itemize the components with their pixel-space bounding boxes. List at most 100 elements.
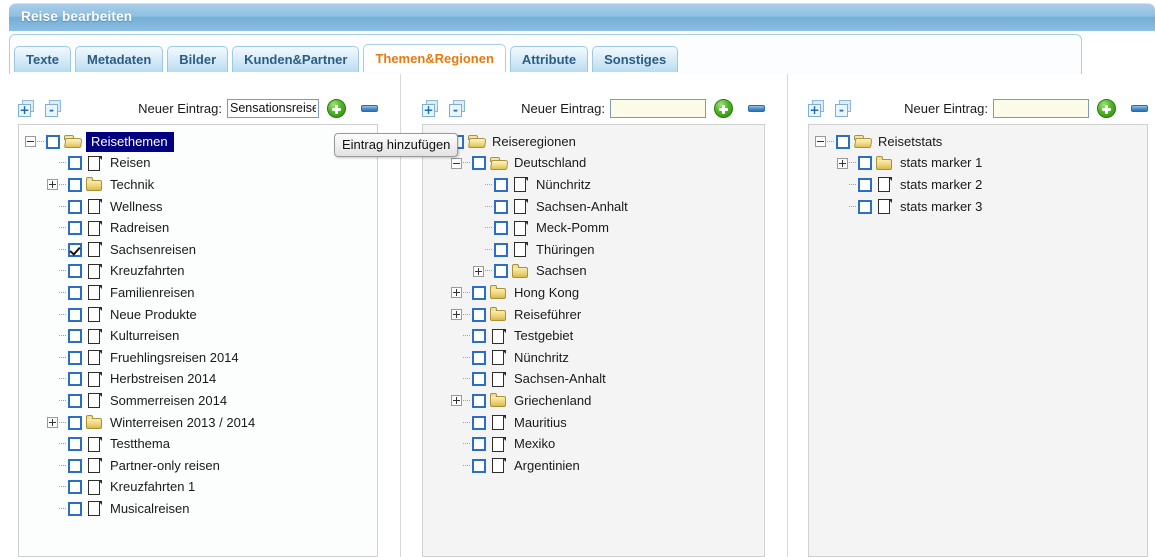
tree-node-label[interactable]: Technik: [108, 176, 157, 194]
tree-node-label[interactable]: stats marker 2: [898, 176, 985, 194]
tree-node-checkbox[interactable]: [68, 459, 82, 473]
tree-node[interactable]: Partner-only reisen: [25, 455, 377, 477]
tree-node-label[interactable]: Sachsen: [534, 262, 590, 280]
expand-node-icon[interactable]: [451, 395, 462, 406]
tree-node-label[interactable]: Nünchritz: [534, 176, 594, 194]
expand-all-icon[interactable]: +: [808, 100, 825, 117]
expand-node-icon[interactable]: [473, 266, 484, 277]
tree-node-label[interactable]: Wellness: [108, 198, 166, 216]
tree-node[interactable]: stats marker 1: [815, 153, 1147, 175]
tree-node[interactable]: Wellness: [25, 196, 377, 218]
expand-all-icon[interactable]: +: [422, 100, 439, 117]
tree-node-checkbox[interactable]: [68, 416, 82, 430]
remove-entry-button[interactable]: [361, 105, 378, 112]
tree-node[interactable]: Kreuzfahrten 1: [25, 477, 377, 499]
tree-node[interactable]: Sachsen-Anhalt: [429, 369, 764, 391]
tree-node-checkbox[interactable]: [858, 178, 872, 192]
tree-node-label[interactable]: Kreuzfahrten: [108, 262, 187, 280]
collapse-node-icon[interactable]: [25, 136, 36, 147]
tree-node[interactable]: Mauritius: [429, 412, 764, 434]
tree-node-checkbox[interactable]: [68, 264, 82, 278]
tree-node[interactable]: Musicalreisen: [25, 498, 377, 520]
tree-node-checkbox[interactable]: [472, 308, 486, 322]
tree-node-checkbox[interactable]: [472, 329, 486, 343]
tree-node-label[interactable]: Kulturreisen: [108, 327, 182, 345]
remove-entry-button[interactable]: [748, 105, 765, 112]
tree-node-label[interactable]: Thüringen: [534, 241, 598, 259]
expand-node-icon[interactable]: [837, 158, 848, 169]
tree-node[interactable]: Testgebiet: [429, 325, 764, 347]
tree-node-checkbox[interactable]: [494, 243, 508, 257]
tree-node-label[interactable]: Sachsen-Anhalt: [534, 198, 631, 216]
tree-node-checkbox[interactable]: [68, 200, 82, 214]
new-entry-input[interactable]: [610, 99, 706, 118]
tree-node[interactable]: Reiseregionen: [429, 131, 764, 153]
expand-all-icon[interactable]: +: [18, 100, 35, 117]
tree-node-label[interactable]: Kreuzfahrten 1: [108, 478, 198, 496]
tab-kunden-partner[interactable]: Kunden&Partner: [232, 46, 359, 72]
tree-node-checkbox[interactable]: [68, 480, 82, 494]
tree-node-checkbox[interactable]: [494, 264, 508, 278]
add-entry-button[interactable]: [1097, 99, 1116, 118]
tree-node-label[interactable]: Reisethemen: [86, 132, 174, 152]
tree-node-label[interactable]: Griechenland: [512, 392, 594, 410]
tree-node-checkbox[interactable]: [494, 200, 508, 214]
tree-node-checkbox[interactable]: [68, 437, 82, 451]
tree-node-checkbox[interactable]: [858, 200, 872, 214]
tree-node-checkbox[interactable]: [68, 502, 82, 516]
tree-node[interactable]: Neue Produkte: [25, 304, 377, 326]
tree-node-label[interactable]: Sachsenreisen: [108, 241, 199, 259]
tree-node-label[interactable]: Musicalreisen: [108, 500, 192, 518]
new-entry-input[interactable]: [227, 99, 319, 118]
tree-node[interactable]: Mexiko: [429, 433, 764, 455]
tree-node[interactable]: Reiseführer: [429, 304, 764, 326]
tree-node-label[interactable]: Nünchritz: [512, 349, 572, 367]
tab-themen-regionen[interactable]: Themen&Regionen: [363, 44, 505, 72]
tree-node-label[interactable]: Neue Produkte: [108, 306, 200, 324]
tree-node[interactable]: Nünchritz: [429, 174, 764, 196]
tree-node[interactable]: Fruehlingsreisen 2014: [25, 347, 377, 369]
tree-node-checkbox[interactable]: [836, 135, 850, 149]
tree-node-label[interactable]: Partner-only reisen: [108, 457, 223, 475]
collapse-all-icon[interactable]: -: [449, 100, 466, 117]
tree-node-checkbox[interactable]: [472, 286, 486, 300]
tree-node-checkbox[interactable]: [68, 156, 82, 170]
remove-entry-button[interactable]: [1131, 105, 1148, 112]
tree-node-label[interactable]: Sommerreisen 2014: [108, 392, 230, 410]
expand-node-icon[interactable]: [451, 309, 462, 320]
tree-node-checkbox[interactable]: [46, 135, 60, 149]
tree-node-checkbox[interactable]: [68, 286, 82, 300]
tree-node[interactable]: Hong Kong: [429, 282, 764, 304]
tree-node[interactable]: Herbstreisen 2014: [25, 369, 377, 391]
tree-node-checkbox[interactable]: [68, 221, 82, 235]
tree-node-checkbox[interactable]: [68, 351, 82, 365]
tree-node-label[interactable]: Testgebiet: [512, 327, 576, 345]
add-entry-button[interactable]: [327, 99, 346, 118]
tree-node[interactable]: Reisethemen: [25, 131, 377, 153]
tree-node-checkbox[interactable]: [858, 156, 872, 170]
expand-node-icon[interactable]: [47, 179, 58, 190]
tree-node-checkbox[interactable]: [472, 416, 486, 430]
tree-node-checkbox[interactable]: [472, 459, 486, 473]
tree-node-label[interactable]: Herbstreisen 2014: [108, 370, 219, 388]
tree-node-checkbox[interactable]: [494, 178, 508, 192]
add-entry-button[interactable]: [714, 99, 733, 118]
collapse-node-icon[interactable]: [451, 158, 462, 169]
tree-node-checkbox[interactable]: [472, 394, 486, 408]
tree-node-label[interactable]: Mexiko: [512, 435, 558, 453]
tree-node-label[interactable]: Sachsen-Anhalt: [512, 370, 609, 388]
tree-node-label[interactable]: stats marker 3: [898, 198, 985, 216]
tree-node-label[interactable]: Reisetstats: [876, 133, 945, 151]
tree-node[interactable]: Familienreisen: [25, 282, 377, 304]
tree-node-label[interactable]: Hong Kong: [512, 284, 582, 302]
tree-node-checkbox[interactable]: [472, 437, 486, 451]
tree-node[interactable]: Sachsenreisen: [25, 239, 377, 261]
tree-node-checkbox[interactable]: [68, 394, 82, 408]
tree-node-checkbox[interactable]: [68, 329, 82, 343]
tree-node-checkbox[interactable]: [68, 372, 82, 386]
tree-node[interactable]: Sommerreisen 2014: [25, 390, 377, 412]
tree-node-label[interactable]: Reisen: [108, 154, 153, 172]
tree-node-label[interactable]: Reiseführer: [512, 306, 584, 324]
collapse-all-icon[interactable]: -: [835, 100, 852, 117]
tree-node-checkbox[interactable]: [494, 221, 508, 235]
